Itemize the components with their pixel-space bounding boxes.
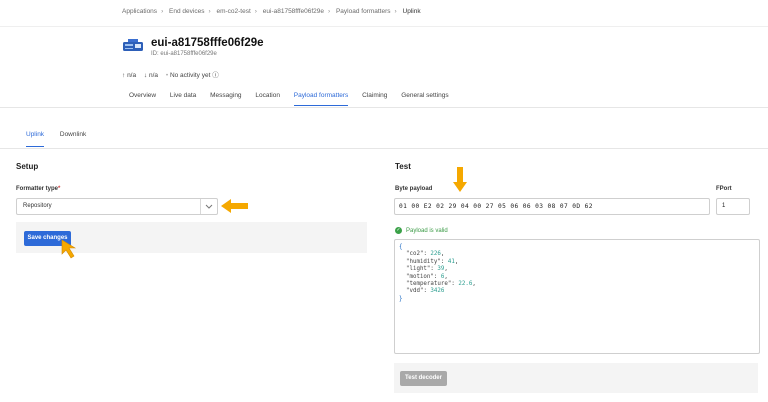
breadcrumb-payload-formatters[interactable]: Payload formatters	[336, 8, 391, 15]
tab-claiming[interactable]: Claiming	[362, 92, 387, 105]
breadcrumb-applications[interactable]: Applications	[122, 8, 157, 15]
json-line: "humidity": 41,	[405, 258, 459, 265]
formatter-type-value: Repository	[23, 203, 52, 209]
decoded-json: { "co2": 226, "humidity": 41, "light": 3…	[399, 244, 476, 302]
formatter-type-label: Formatter type*	[16, 186, 61, 192]
device-icon	[123, 39, 143, 51]
annotation-arrow-down-icon	[453, 167, 467, 192]
fport-label: FPort	[716, 186, 732, 192]
byte-payload-value: 01 00 E2 02 29 04 00 27 05 06 06 03 08 0…	[399, 203, 593, 210]
test-actions-bar	[394, 363, 758, 393]
formatter-tabs: Uplink Downlink	[26, 131, 100, 147]
arrow-down-icon: ↓	[143, 72, 148, 79]
tab-location[interactable]: Location	[255, 92, 280, 105]
json-line: "co2": 226,	[405, 251, 445, 258]
payload-valid-status: ✓ Payload is valid	[395, 227, 448, 235]
breadcrumb: Applications › End devices › em-co2-test › …	[122, 8, 421, 15]
tab-live-data[interactable]: Live data	[170, 92, 196, 105]
tab-downlink[interactable]: Downlink	[60, 131, 86, 146]
arrow-up-icon: ↑	[122, 72, 126, 79]
device-id: ID: eui-a81758fffe06f29e	[151, 51, 217, 57]
test-decoder-button[interactable]: Test decoder	[400, 371, 447, 386]
json-line: "light": 39,	[405, 266, 448, 273]
chevron-down-icon[interactable]	[200, 199, 217, 214]
cursor-pointer-icon	[61, 239, 77, 259]
json-line: "temperature": 22.6,	[405, 281, 476, 288]
header-divider	[0, 26, 768, 27]
json-line: "motion": 6,	[405, 273, 448, 280]
required-mark: *	[58, 186, 61, 192]
device-tabs: Overview Live data Messaging Location Pa…	[129, 92, 461, 106]
breadcrumb-device[interactable]: eui-a81758fffe06f29e	[263, 8, 324, 15]
subtabs-divider	[0, 148, 768, 149]
annotation-arrow-left-icon	[221, 199, 248, 213]
tab-uplink[interactable]: Uplink	[26, 131, 45, 147]
tab-payload-formatters[interactable]: Payload formatters	[293, 92, 349, 106]
byte-payload-label: Byte payload	[395, 186, 433, 192]
formatter-type-select[interactable]: Repository	[16, 198, 218, 215]
activity-status: • No activity yet ⓘ	[165, 72, 219, 79]
tab-messaging[interactable]: Messaging	[210, 92, 241, 105]
tab-overview[interactable]: Overview	[129, 92, 156, 105]
tabs-divider	[0, 107, 768, 108]
uplink-stat: ↑ n/a	[122, 72, 137, 79]
fport-input[interactable]: 1	[716, 198, 750, 215]
downlink-stat: ↓ n/a	[143, 72, 159, 79]
byte-payload-input[interactable]: 01 00 E2 02 29 04 00 27 05 06 06 03 08 0…	[394, 198, 710, 215]
status-dot-icon: •	[165, 72, 169, 79]
help-icon[interactable]: ⓘ	[212, 72, 219, 79]
device-stats: ↑ n/a ↓ n/a • No activity yet ⓘ	[122, 69, 225, 79]
json-line: "vdd": 3426	[405, 288, 445, 295]
test-heading: Test	[395, 162, 411, 171]
fport-value: 1	[722, 203, 726, 209]
decoded-output[interactable]: { "co2": 226, "humidity": 41, "light": 3…	[394, 239, 760, 354]
setup-heading: Setup	[16, 162, 39, 171]
device-title: eui-a81758fffe06f29e	[151, 37, 264, 49]
check-circle-icon: ✓	[395, 227, 402, 234]
breadcrumb-application[interactable]: em-co2-test	[216, 8, 250, 15]
breadcrumb-end-devices[interactable]: End devices	[169, 8, 204, 15]
breadcrumb-current: Uplink	[402, 8, 421, 15]
tab-general-settings[interactable]: General settings	[401, 92, 448, 105]
